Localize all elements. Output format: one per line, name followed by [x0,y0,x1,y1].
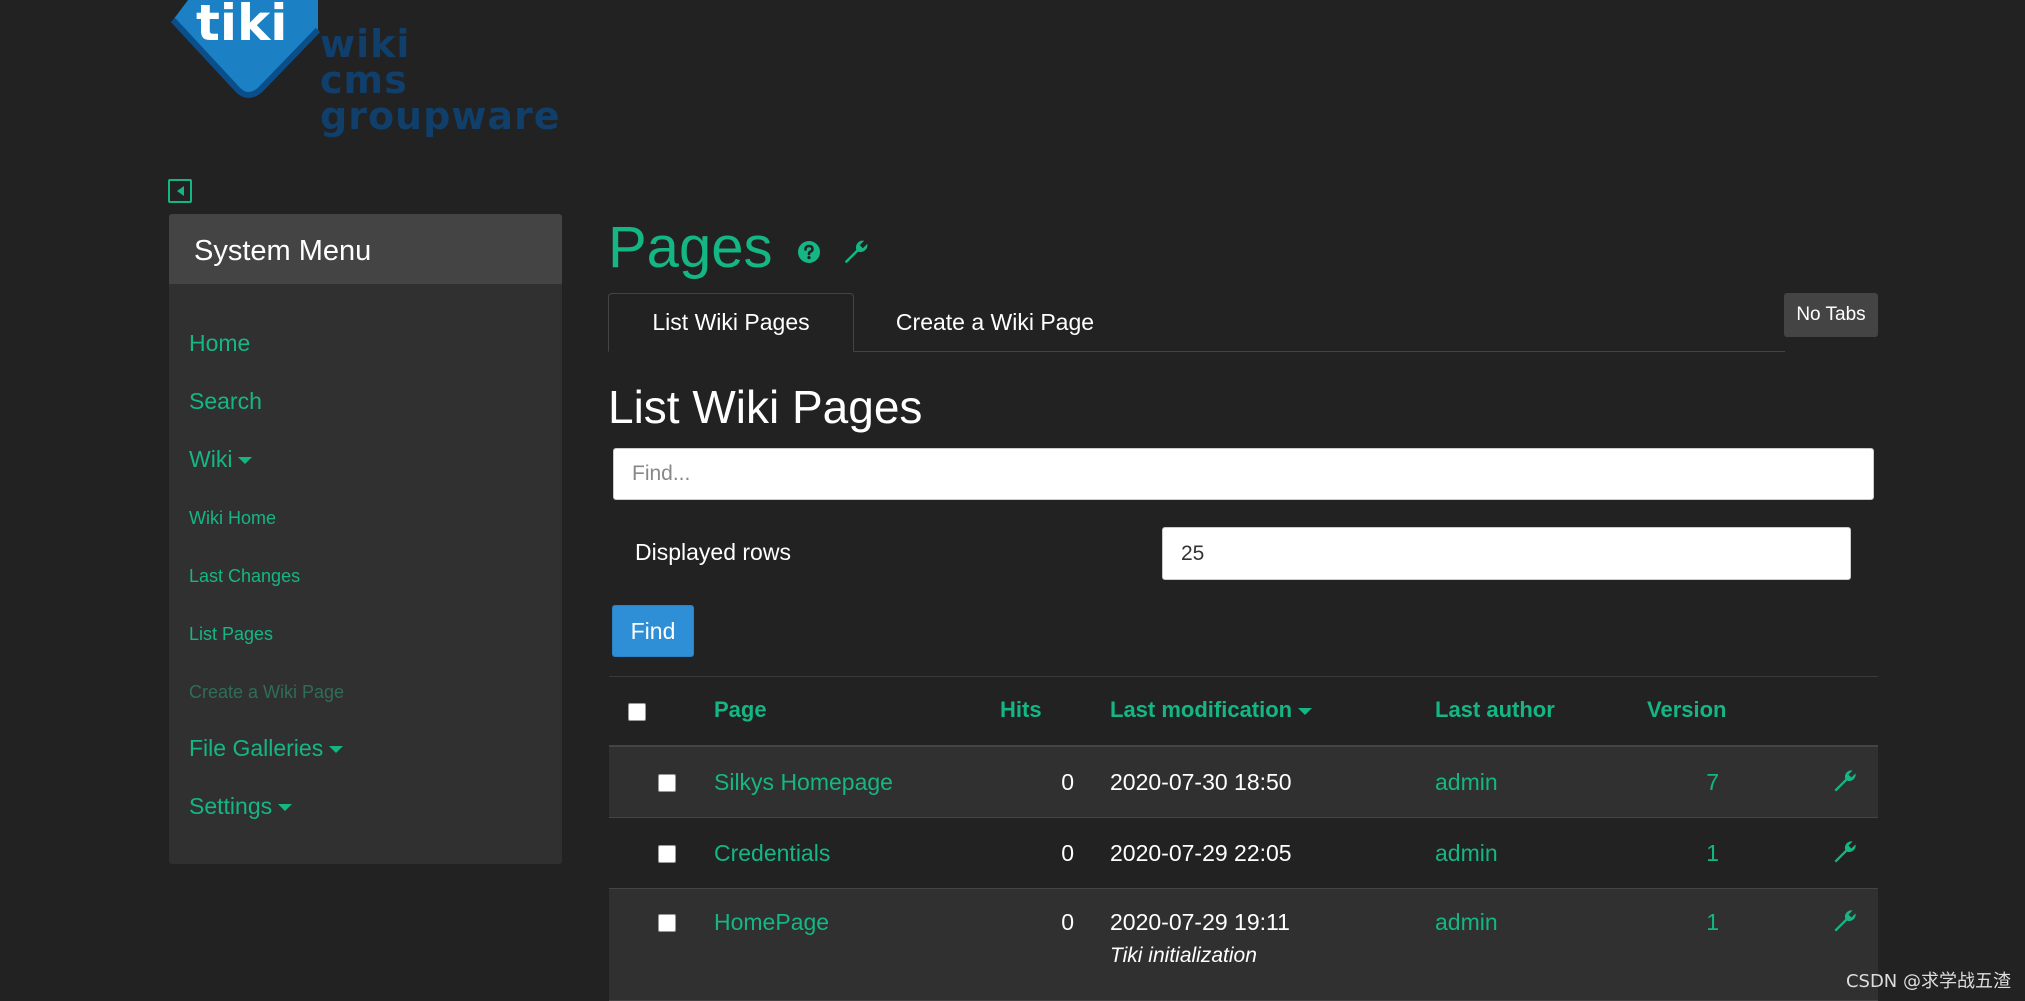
sidebar-item-list-pages[interactable]: List Pages [189,624,273,645]
column-header-last-modification[interactable]: Last modification [1110,697,1313,723]
author-link[interactable]: admin [1435,909,1498,936]
displayed-rows-label: Displayed rows [635,539,791,565]
sidebar-item-wiki-label: Wiki [189,446,233,472]
watermark: CSDN @求学战五渣 [1845,971,2011,992]
caret-down-icon [278,804,293,812]
modified-date: 2020-07-29 19:11 [1110,909,1290,935]
caret-down-icon [329,746,344,754]
page-title-row: Pages [608,214,871,281]
row-checkbox[interactable] [658,774,676,792]
table-row: Credentials 0 2020-07-29 22:05 admin 1 [609,818,1878,889]
row-checkbox[interactable] [658,914,676,932]
sidebar-item-home[interactable]: Home [189,330,250,357]
caret-left-icon [176,186,184,196]
version-link[interactable]: 1 [1659,840,1719,867]
logo-line-cms: cms [320,58,408,102]
column-header-last-modification-label: Last modification [1110,697,1293,722]
author-link[interactable]: admin [1435,840,1498,867]
author-link[interactable]: admin [1435,769,1498,796]
wrench-icon[interactable] [841,237,871,267]
row-checkbox[interactable] [658,845,676,863]
logo-line-groupware: groupware [320,94,561,138]
tiki-logo-mark: tiki [170,0,321,98]
sidebar-item-settings-label: Settings [189,793,273,819]
search-input[interactable] [613,448,1874,500]
column-header-hits[interactable]: Hits [1000,697,1042,723]
modification-comment: Tiki initialization [1110,944,1257,967]
sidebar-item-wiki-home[interactable]: Wiki Home [189,508,276,529]
select-all-checkbox[interactable] [628,703,646,721]
table-header: Page Hits Last modification Last author … [609,676,1878,747]
sidebar-item-file-galleries-label: File Galleries [189,735,324,761]
tab-list-wiki-pages[interactable]: List Wiki Pages [608,293,854,352]
page-title: Pages [608,215,773,280]
table-row: Silkys Homepage 0 2020-07-30 18:50 admin… [609,747,1878,818]
displayed-rows-input[interactable] [1162,527,1851,580]
version-link[interactable]: 7 [1659,769,1719,796]
sidebar-item-file-galleries[interactable]: File Galleries [189,735,344,762]
modified-date: 2020-07-30 18:50 [1110,769,1292,795]
column-header-page[interactable]: Page [714,697,767,723]
sort-desc-icon [1298,707,1313,715]
sidebar-item-last-changes[interactable]: Last Changes [189,566,300,587]
sidebar-collapse-button[interactable] [168,179,192,203]
sidebar-header: System Menu [169,214,562,284]
no-tabs-button[interactable]: No Tabs [1784,293,1878,337]
table-row: HomePage 0 2020-07-29 19:11 Tiki initial… [609,889,1878,1001]
wrench-icon[interactable] [1831,907,1859,935]
wrench-icon[interactable] [1831,767,1859,795]
sidebar-item-search[interactable]: Search [189,388,262,415]
help-icon[interactable] [797,240,821,264]
hits-value: 0 [1061,840,1074,866]
tab-create-wiki-page[interactable]: Create a Wiki Page [880,293,1110,352]
sidebar-title: System Menu [194,235,372,267]
sidebar-item-create-wiki-page[interactable]: Create a Wiki Page [189,682,344,703]
caret-down-icon [238,457,253,465]
hits-value: 0 [1061,909,1074,935]
modified-date: 2020-07-29 22:05 [1110,840,1292,866]
logo-tagline: wiki cms groupware [320,22,561,138]
column-header-last-author[interactable]: Last author [1435,697,1555,723]
column-header-version[interactable]: Version [1647,697,1726,723]
logo-line-wiki: wiki [320,22,411,66]
find-button[interactable]: Find [612,605,694,657]
sidebar-item-wiki[interactable]: Wiki [189,446,253,473]
page-link[interactable]: HomePage [714,909,829,936]
sidebar: System Menu Home Search Wiki Wiki Home L… [169,214,562,864]
logo-text: tiki [196,0,287,52]
sidebar-item-settings[interactable]: Settings [189,793,293,820]
section-title: List Wiki Pages [608,381,923,433]
page-link[interactable]: Silkys Homepage [714,769,893,796]
hits-value: 0 [1061,769,1074,795]
version-link[interactable]: 1 [1659,909,1719,936]
page-link[interactable]: Credentials [714,840,830,867]
wrench-icon[interactable] [1831,838,1859,866]
